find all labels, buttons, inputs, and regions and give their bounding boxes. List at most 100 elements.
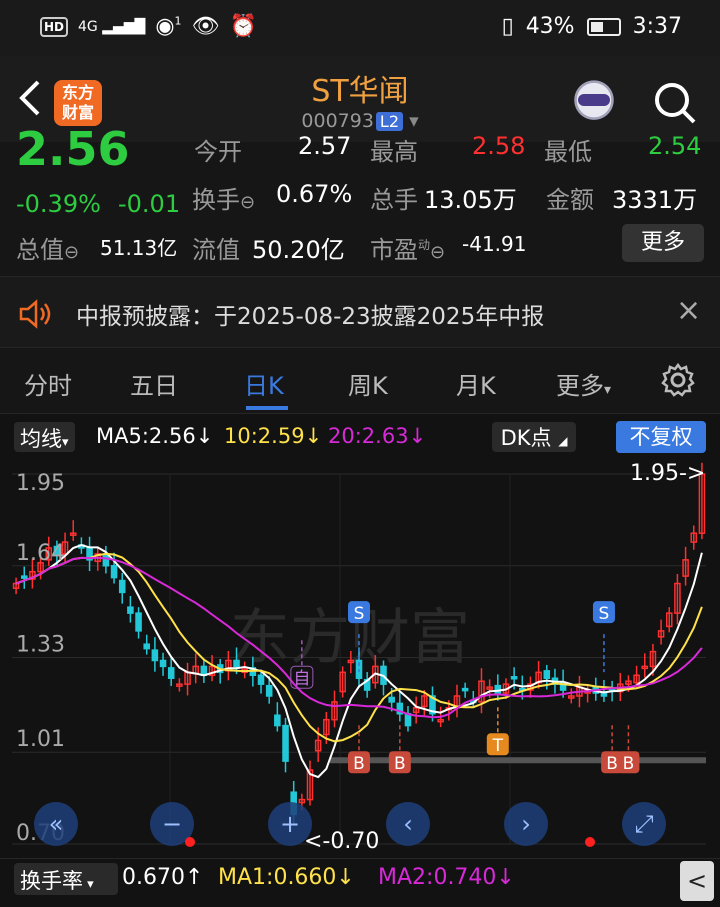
- scroll-right-icon: ›: [504, 802, 548, 846]
- tab-weekly-k[interactable]: 周K: [348, 366, 388, 401]
- tab-monthly-k[interactable]: 月K: [456, 366, 496, 401]
- marker-label: 自: [293, 669, 310, 689]
- settings-button[interactable]: [660, 362, 696, 402]
- assistant-avatar-icon[interactable]: [566, 74, 622, 132]
- indicator-selector[interactable]: 换手率 ▾: [14, 863, 118, 895]
- indicator-ma1: MA1:0.660↓: [218, 865, 355, 890]
- tab-five-day[interactable]: 五日: [130, 366, 178, 401]
- zoom-out-icon-glyph: −: [162, 810, 182, 838]
- candle-body: [127, 606, 134, 614]
- alarm-icon: ⏰: [229, 14, 257, 39]
- total-hands-label: 总手: [370, 186, 418, 214]
- market-cap-label: 总值⊖: [16, 236, 80, 264]
- change-pct: -0.39%: [16, 190, 101, 218]
- high-value: 2.58: [472, 132, 526, 160]
- float-cap-label: 流值: [192, 236, 240, 264]
- pe-label: 市盈动⊖: [370, 236, 446, 264]
- y-tick-label: 1.64: [16, 541, 65, 566]
- y-tick-label: 1.95: [16, 471, 65, 496]
- amount-value: 3331万: [612, 186, 698, 214]
- zoom-in-icon-glyph: +: [280, 810, 300, 838]
- candle-body: [282, 724, 289, 762]
- candle-body: [167, 667, 175, 679]
- float-cap-value: 50.20亿: [252, 236, 345, 264]
- red-dot: [585, 837, 595, 847]
- turnover-label: 换手⊖: [192, 186, 256, 214]
- y-tick-label: 1.33: [16, 633, 65, 658]
- open-value: 2.57: [298, 132, 352, 160]
- marker-label: T: [492, 736, 504, 756]
- y-axis-labels: 1.951.641.331.010.70: [16, 471, 65, 846]
- zoom-in-icon: +: [268, 802, 312, 846]
- hd-tag: HD: [40, 16, 69, 37]
- amount-label: 金额: [546, 186, 594, 214]
- tab-more[interactable]: 更多▾: [556, 366, 611, 401]
- min-label: <-0.70: [304, 829, 379, 854]
- candle-body: [494, 684, 502, 694]
- max-label: 1.95->: [630, 461, 705, 486]
- marker-label: B: [606, 754, 618, 774]
- collapse-button[interactable]: <: [680, 861, 714, 901]
- ma-bar: 均线▾ MA5:2.56↓ 10:2.59↓ 20:2.63↓ DK点 ◢ 不复…: [0, 414, 720, 458]
- fullscreen-icon: ⤢: [622, 802, 666, 846]
- candle-body: [102, 554, 110, 567]
- notice-text: 中报预披露：于2025-08-23披露2025年中报: [76, 304, 545, 330]
- quote-panel: 2.56 今开 2.57 最高 2.58 最低 2.54 -0.39% -0.0…: [0, 122, 720, 276]
- adjust-button[interactable]: 不复权: [616, 421, 706, 453]
- scroll-left-icon-glyph: ‹: [403, 810, 413, 838]
- change-value: -0.01: [118, 190, 181, 218]
- kline-chart[interactable]: 东方财富 1.951.641.331.010.70 SSBBTBB自 1.95-…: [0, 458, 720, 858]
- notice-close-button[interactable]: ×: [676, 293, 701, 328]
- candle-body: [274, 714, 281, 727]
- dk-point-button[interactable]: DK点 ◢: [492, 422, 576, 452]
- indicator-bar: 换手率 ▾ 0.670↑ MA1:0.660↓ MA2:0.740↓ <: [0, 858, 720, 907]
- battery-icon: [586, 17, 621, 36]
- candle-body: [461, 687, 469, 692]
- candle-body: [600, 692, 608, 697]
- pe-value: -41.91: [462, 232, 527, 256]
- status-bar: HD 4G ▂▄▆█ ◉1 👁 ⏰ ▯ 43% 3:37: [0, 0, 720, 56]
- tab-daily-k[interactable]: 日K: [244, 366, 284, 401]
- current-price: 2.56: [16, 122, 130, 176]
- candle-body: [404, 713, 412, 727]
- search-icon: [655, 83, 696, 124]
- low-label: 最低: [544, 138, 592, 166]
- marker-label: S: [354, 604, 365, 624]
- ma20-value: 20:2.63↓: [328, 424, 427, 448]
- marker-label: B: [394, 754, 406, 774]
- scroll-left-icon: ‹: [386, 802, 430, 846]
- candle-body: [110, 565, 118, 579]
- scroll-left-fast-icon: «: [34, 802, 78, 846]
- notice-bar[interactable]: 中报预披露：于2025-08-23披露2025年中报 ×: [0, 276, 720, 348]
- candle-body: [135, 612, 142, 632]
- market-cap-value: 51.13亿: [100, 236, 178, 260]
- search-button[interactable]: [652, 80, 698, 126]
- candle-body: [118, 579, 126, 594]
- y-tick-label: 1.01: [16, 727, 65, 752]
- clock: 3:37: [632, 14, 682, 39]
- indicator-ma2: MA2:0.740↓: [378, 865, 515, 890]
- hotspot-icon: ◉1: [155, 14, 182, 39]
- eye-icon: 👁: [191, 14, 220, 39]
- candle-body: [265, 684, 273, 697]
- total-hands-value: 13.05万: [424, 186, 517, 214]
- active-tab-indicator: [246, 406, 288, 410]
- ma-selector[interactable]: 均线▾: [14, 422, 75, 452]
- indicator-value: 0.670↑: [122, 865, 204, 890]
- tab-intraday[interactable]: 分时: [24, 366, 72, 401]
- candle-body: [388, 696, 395, 703]
- vibrate-icon: ▯: [501, 14, 514, 39]
- low-value: 2.54: [648, 132, 702, 160]
- battery-percent: 43%: [525, 14, 575, 39]
- more-quote-button[interactable]: 更多: [622, 224, 704, 262]
- marker-label: S: [599, 604, 610, 624]
- candle-body: [257, 674, 265, 685]
- period-tabs: 分时 五日 日K 周K 月K 更多▾: [0, 348, 720, 414]
- gear-icon: [661, 362, 695, 397]
- scroll-right-icon-glyph: ›: [521, 810, 531, 838]
- marker-label: B: [353, 754, 365, 774]
- speaker-icon: [19, 299, 51, 329]
- scroll-left-fast-icon-glyph: «: [49, 810, 64, 838]
- candle-body: [20, 575, 28, 579]
- turnover-value: 0.67%: [276, 180, 353, 208]
